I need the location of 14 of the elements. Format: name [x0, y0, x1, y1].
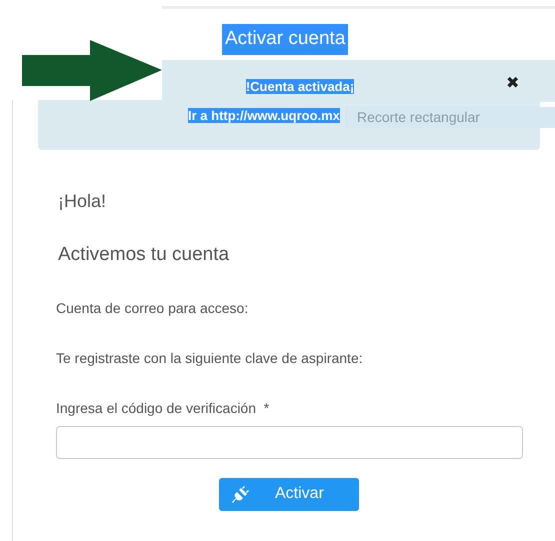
field-label: Cuenta de correo para acceso: [56, 298, 250, 318]
input-field[interactable] [56, 426, 523, 458]
page-title: Activar cuenta [222, 24, 348, 54]
arrow-icon [22, 40, 163, 102]
field-label: Te registraste con la siguiente clave de aspirante: [56, 348, 364, 368]
plug-icon [231, 484, 251, 504]
alert-link[interactable]: Ir a http://www.uqroo.mx [188, 108, 340, 123]
alert-message: !Cuenta activada¡ [246, 79, 354, 94]
greeting-text: ¡Hola! [58, 190, 108, 213]
section-heading: Activemos tu cuenta [58, 243, 230, 267]
activate-button[interactable]: Activar [219, 478, 359, 510]
field-label: Ingresa el código de verificación * [56, 398, 270, 418]
close-button[interactable]: ✖ [506, 76, 519, 92]
overlay-label: Recorte rectangular [345, 107, 555, 128]
